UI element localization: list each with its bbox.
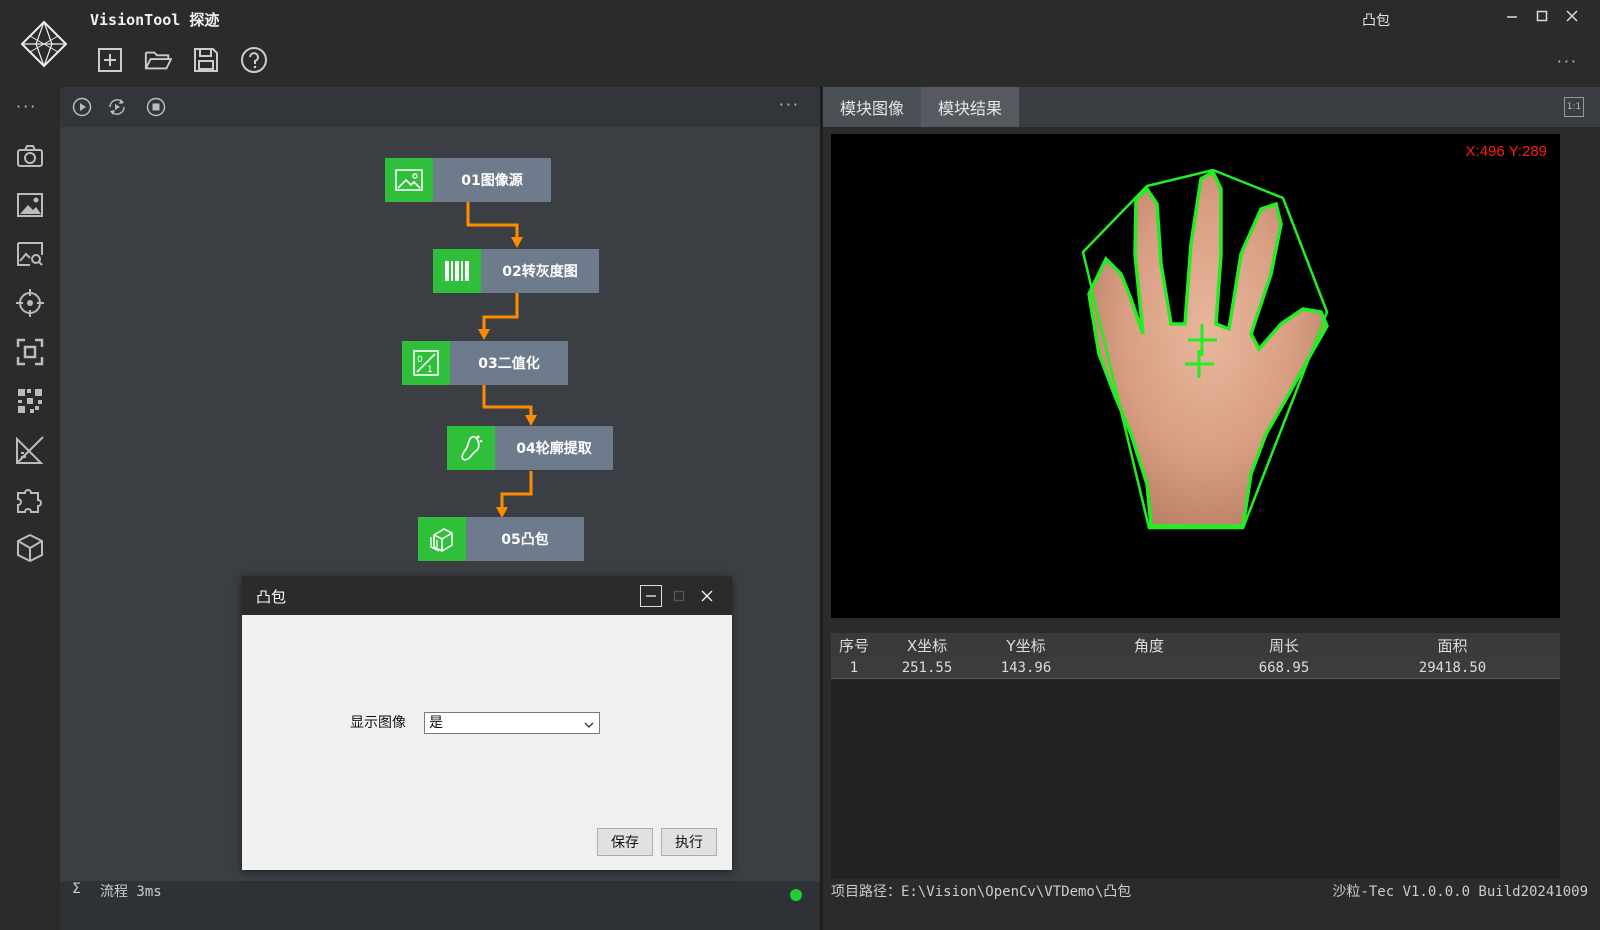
left-nav: ··· [0, 87, 60, 930]
cube-icon [418, 517, 466, 561]
flow-more-icon[interactable]: ··· [779, 95, 800, 114]
dialog-body: 显示图像 是 保存 执行 [242, 615, 732, 870]
app-logo-icon [18, 18, 70, 70]
flow-node-contour[interactable]: 04轮廓提取 [447, 426, 613, 470]
flow-node-grayscale[interactable]: 02转灰度图 [433, 249, 599, 293]
cursor-coordinates: X:496 Y:289 [1465, 143, 1547, 160]
flow-node-label: 02转灰度图 [481, 249, 599, 293]
flow-node-label: 01图像源 [433, 158, 551, 202]
svg-text:1: 1 [427, 365, 433, 375]
save-button[interactable]: 保存 [597, 828, 653, 856]
flow-node-image-source[interactable]: 01图像源 [385, 158, 551, 202]
tab-module-result[interactable]: 模块结果 [921, 87, 1019, 127]
maximize-icon[interactable] [1534, 8, 1550, 24]
column-header[interactable]: 序号 [831, 633, 877, 657]
image-search-icon[interactable] [14, 238, 46, 270]
nav-more-icon[interactable]: ··· [16, 97, 37, 116]
column-header[interactable]: 角度 [1075, 633, 1223, 657]
puzzle-icon[interactable] [14, 483, 46, 515]
dialog-title-bar[interactable]: 凸包 [242, 576, 732, 615]
project-path: 项目路径：E:\Vision\OpenCv\VTDemo\凸包 [831, 884, 1132, 900]
more-menu-icon[interactable]: ··· [1557, 52, 1578, 71]
flow-node-label: 04轮廓提取 [495, 426, 613, 470]
target-icon[interactable] [14, 287, 46, 319]
binary-icon: 01 [402, 341, 450, 385]
status-indicator [790, 889, 802, 901]
version-info: 沙粒-Tec V1.0.0.0 Build20241009 [1332, 884, 1588, 900]
show-image-label: 显示图像 [350, 715, 406, 731]
chevron-down-icon [583, 717, 595, 737]
maximize-icon[interactable] [668, 585, 690, 607]
result-tabs: 模块图像 模块结果 1:1 [823, 87, 1600, 127]
close-icon[interactable] [696, 585, 718, 607]
stop-icon[interactable] [145, 96, 167, 118]
camera-icon[interactable] [14, 140, 46, 172]
flow-toolbar: ··· [60, 87, 820, 127]
help-icon[interactable] [240, 46, 268, 74]
image-icon[interactable] [14, 189, 46, 221]
table-cell: 668.95 [1258, 659, 1310, 676]
flow-node-convex-hull[interactable]: 05凸包 [418, 517, 584, 561]
minimize-icon[interactable] [1504, 8, 1520, 24]
main-toolbar [96, 46, 268, 74]
tab-module-image[interactable]: 模块图像 [823, 87, 921, 127]
footer-bar: 项目路径：E:\Vision\OpenCv\VTDemo\凸包 沙粒-Tec V… [823, 881, 1600, 930]
results-table: 序号 X坐标 Y坐标 角度 周长 面积 1 251.55 143.96 668.… [831, 633, 1560, 879]
window-title: 凸包 [1362, 13, 1390, 29]
show-image-value: 是 [429, 715, 443, 731]
sigma-icon: Σ [72, 881, 81, 897]
flow-status-bar: Σ 流程 3ms [60, 881, 820, 930]
cube-icon[interactable] [14, 532, 46, 564]
run-loop-icon[interactable] [106, 96, 128, 118]
title-bar: VisionTool 探迹 凸包 ··· [0, 0, 1600, 87]
flow-time: 流程 3ms [100, 884, 162, 900]
actual-size-icon[interactable]: 1:1 [1564, 97, 1584, 117]
run-button[interactable]: 执行 [661, 828, 717, 856]
app-title: VisionTool 探迹 [90, 11, 220, 29]
image-icon [385, 158, 433, 202]
barcode-icon [433, 249, 481, 293]
show-image-select[interactable]: 是 [424, 712, 600, 734]
flow-node-label: 03二值化 [450, 341, 568, 385]
open-folder-icon[interactable] [144, 46, 172, 74]
column-header[interactable]: Y坐标 [977, 633, 1075, 657]
column-header[interactable]: X坐标 [877, 633, 977, 657]
svg-text:0: 0 [417, 355, 423, 365]
run-once-icon[interactable] [71, 96, 93, 118]
window-controls [1504, 8, 1580, 24]
result-panel: 模块图像 模块结果 1:1 X:496 Y:289 序号 X坐标 Y坐标 角度 … [823, 87, 1600, 930]
table-cell: 251.55 [901, 659, 953, 676]
table-row[interactable]: 1 251.55 143.96 668.95 29418.50 [831, 657, 1560, 679]
new-file-icon[interactable] [96, 46, 124, 74]
table-cell: 1 [849, 659, 859, 676]
close-icon[interactable] [1564, 8, 1580, 24]
foot-icon [447, 426, 495, 470]
table-cell: 143.96 [1000, 659, 1052, 676]
flow-node-binarize[interactable]: 01 03二值化 [402, 341, 568, 385]
save-icon[interactable] [192, 46, 220, 74]
hand-image [1081, 168, 1329, 530]
dialog-title: 凸包 [256, 588, 287, 606]
table-cell: 29418.50 [1418, 659, 1487, 676]
minimize-icon[interactable] [640, 585, 662, 607]
column-header[interactable]: 面积 [1345, 633, 1560, 657]
focus-icon[interactable] [14, 336, 46, 368]
image-viewer[interactable]: X:496 Y:289 [831, 134, 1560, 618]
flow-node-label: 05凸包 [466, 517, 584, 561]
grid-icon[interactable] [14, 385, 46, 417]
table-header: 序号 X坐标 Y坐标 角度 周长 面积 [831, 633, 1560, 657]
ruler-icon[interactable] [14, 434, 46, 466]
column-header[interactable]: 周长 [1223, 633, 1345, 657]
convex-hull-dialog: 凸包 显示图像 是 保存 执行 [242, 576, 732, 870]
table-cell [1075, 657, 1223, 678]
